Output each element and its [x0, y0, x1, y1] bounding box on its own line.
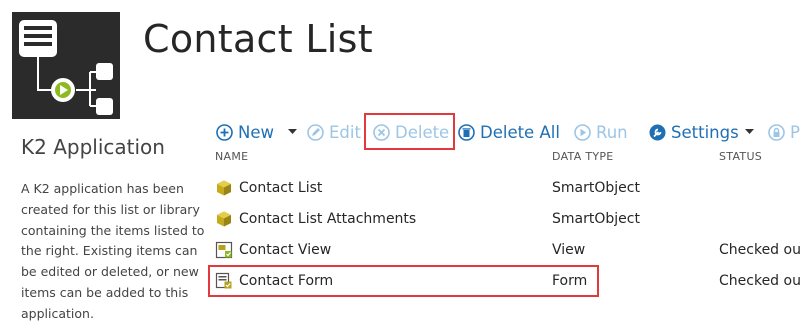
new-dropdown-toggle[interactable]	[288, 118, 297, 146]
row-type: SmartObject	[552, 210, 640, 227]
new-button[interactable]: New	[216, 118, 274, 146]
smartobject-cube-icon	[217, 180, 231, 195]
run-button[interactable]: Run	[574, 118, 628, 146]
k2-application-page: Contact List K2 Application A K2 applica…	[0, 0, 800, 335]
table-row[interactable]: Contact List Attachments SmartObject	[210, 203, 800, 234]
toolbar: New Edit Delete Delete All Run Settings …	[210, 118, 800, 146]
new-label: New	[238, 122, 274, 142]
lock-circle-icon	[768, 123, 785, 141]
overflow-button[interactable]: P	[768, 118, 800, 146]
delete-all-label: Delete All	[480, 122, 560, 142]
table-row[interactable]: Contact List SmartObject	[210, 172, 800, 203]
contact-form-highlight-box	[208, 265, 599, 297]
edit-button[interactable]: Edit	[307, 118, 361, 146]
table-row[interactable]: Contact View View Checked out	[210, 234, 800, 265]
row-type: SmartObject	[552, 179, 640, 196]
column-header-status[interactable]: STATUS	[719, 150, 762, 163]
overflow-label: P	[790, 122, 800, 142]
settings-label: Settings	[671, 122, 739, 142]
smartobject-cube-icon	[217, 211, 231, 226]
play-circle-icon	[574, 123, 591, 141]
run-label: Run	[596, 122, 628, 142]
row-type: View	[552, 241, 586, 258]
page-title: Contact List	[143, 17, 373, 61]
row-status: Checked out	[719, 241, 800, 258]
settings-dropdown-toggle[interactable]	[745, 118, 754, 146]
row-name: Contact View	[239, 241, 332, 258]
wrench-circle-icon	[649, 124, 666, 140]
edit-label: Edit	[329, 122, 361, 142]
row-name: Contact List	[239, 179, 323, 196]
plus-circle-icon	[216, 123, 233, 141]
caret-down-icon	[745, 129, 754, 134]
settings-button[interactable]: Settings	[649, 118, 739, 146]
caret-down-icon	[288, 129, 297, 134]
side-heading: K2 Application	[21, 135, 165, 159]
side-description: A K2 application has been created for th…	[21, 181, 205, 321]
column-header-data-type[interactable]: DATA TYPE	[552, 150, 614, 163]
view-icon	[215, 241, 233, 258]
trash-circle-icon	[458, 123, 475, 141]
pencil-circle-icon	[307, 123, 324, 141]
k2-app-workflow-icon	[12, 12, 120, 119]
row-status: Checked out	[719, 272, 800, 289]
delete-all-button[interactable]: Delete All	[458, 118, 560, 146]
column-header-name[interactable]: NAME	[215, 150, 248, 163]
row-name: Contact List Attachments	[239, 210, 417, 227]
delete-highlight-box	[364, 113, 455, 150]
